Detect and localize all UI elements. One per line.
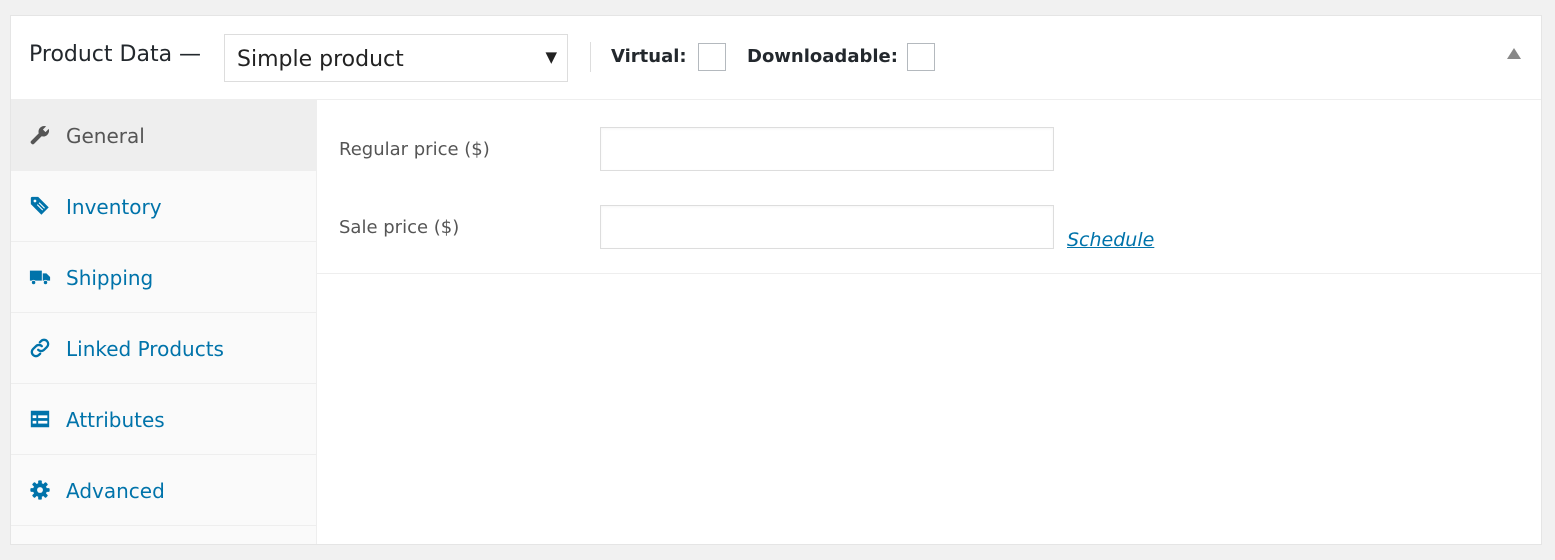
product-data-tabs: General Inventory Shipping Linked Produc…	[11, 100, 317, 544]
header-divider	[590, 42, 591, 72]
product-data-panel: Product Data — Simple product ▼ Virtual:…	[10, 15, 1542, 545]
schedule-link[interactable]: Schedule	[1067, 229, 1154, 251]
product-type-select[interactable]: Simple product ▼	[224, 34, 568, 82]
tab-shipping[interactable]: Shipping	[11, 242, 316, 313]
tab-inventory[interactable]: Inventory	[11, 171, 316, 242]
downloadable-label: Downloadable:	[747, 46, 898, 67]
gear-icon	[30, 480, 50, 500]
dropdown-arrow-icon: ▼	[545, 48, 557, 66]
regular-price-label: Regular price ($)	[339, 139, 490, 160]
regular-price-input[interactable]	[600, 127, 1054, 171]
truck-icon	[29, 270, 51, 286]
list-view-icon	[30, 410, 50, 428]
tab-attributes[interactable]: Attributes	[11, 384, 316, 455]
general-panel: Regular price ($) Sale price ($) Schedul…	[317, 100, 1541, 544]
tab-label: General	[66, 124, 145, 148]
panel-header: Product Data — Simple product ▼ Virtual:…	[11, 16, 1541, 100]
tab-general[interactable]: General	[11, 100, 316, 171]
link-icon	[30, 338, 50, 358]
pricing-fields: Regular price ($) Sale price ($) Schedul…	[317, 100, 1541, 274]
panel-title: Product Data —	[29, 42, 202, 67]
tab-label: Inventory	[66, 195, 162, 219]
tag-icon	[30, 196, 49, 215]
product-type-value: Simple product	[237, 47, 404, 72]
virtual-checkbox[interactable]	[698, 43, 726, 71]
virtual-label: Virtual:	[611, 46, 687, 67]
collapse-toggle-icon[interactable]	[1507, 48, 1521, 59]
tab-label: Advanced	[66, 479, 165, 503]
tab-label: Shipping	[66, 266, 154, 290]
wrench-icon	[30, 125, 50, 145]
sale-price-input[interactable]	[600, 205, 1054, 249]
tab-label: Linked Products	[66, 337, 224, 361]
downloadable-checkbox[interactable]	[907, 43, 935, 71]
tab-label: Attributes	[66, 408, 165, 432]
tab-advanced[interactable]: Advanced	[11, 455, 316, 526]
sale-price-label: Sale price ($)	[339, 217, 460, 238]
tab-linked-products[interactable]: Linked Products	[11, 313, 316, 384]
